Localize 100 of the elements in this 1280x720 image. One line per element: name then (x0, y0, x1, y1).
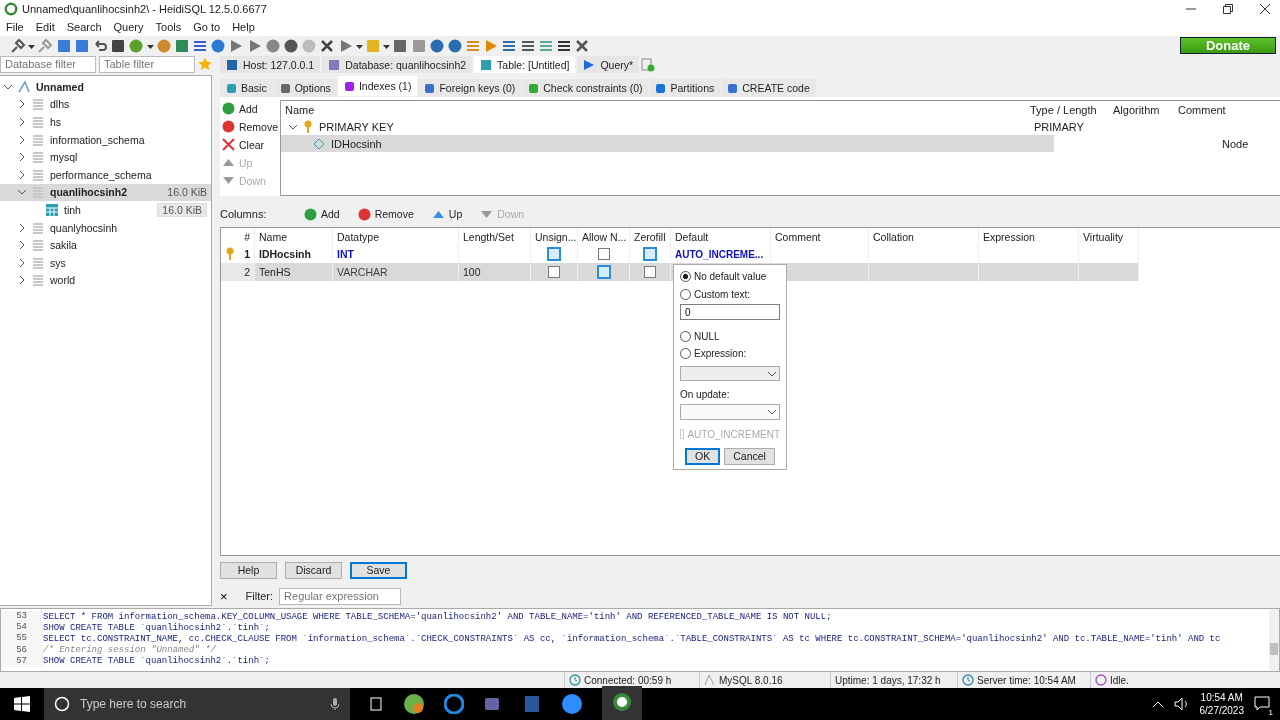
radio-button[interactable] (680, 271, 691, 283)
chevron-icon[interactable] (18, 241, 26, 250)
toolbar-button[interactable]: Up (427, 205, 467, 223)
close-icon[interactable] (1260, 4, 1270, 14)
microphone-icon[interactable] (330, 697, 340, 711)
tab[interactable]: Database: quanlihocsinh2 (322, 56, 473, 73)
column-header[interactable]: Zerofill (630, 228, 671, 246)
toolbar-button[interactable]: Remove (220, 118, 280, 135)
word-icon[interactable] (522, 694, 542, 714)
column-header[interactable]: Name (281, 103, 1026, 116)
tab[interactable]: Options (273, 79, 337, 97)
cancel-button[interactable]: Cancel (724, 447, 775, 465)
speaker-icon[interactable] (1173, 697, 1190, 711)
tree-item[interactable]: performance_schema (0, 165, 211, 184)
menu-item[interactable]: Query (113, 21, 144, 33)
checkbox[interactable] (547, 247, 561, 262)
tab[interactable]: Host: 127.0.0.1 (220, 56, 321, 73)
custom-text-field[interactable]: 0 (680, 304, 780, 321)
column-header[interactable]: Default (671, 228, 771, 246)
table-filter-field[interactable]: Table filter (99, 55, 195, 73)
chevron-icon[interactable] (18, 170, 26, 179)
circle-icon[interactable] (54, 696, 70, 712)
tree-item[interactable]: information_schema (0, 130, 211, 149)
column-header[interactable]: Collation (869, 228, 979, 246)
close-icon[interactable] (319, 37, 336, 54)
tree-item[interactable]: quanlihocsinh2 16.0 KiB (0, 183, 211, 202)
tree-item[interactable]: tinh 16.0 KiB (0, 201, 211, 219)
column-header[interactable]: Allow N... (578, 228, 630, 246)
column-header[interactable]: Datatype (333, 228, 459, 246)
radio-button[interactable] (680, 330, 691, 342)
column-header[interactable]: # (221, 228, 255, 246)
app-icon[interactable] (612, 692, 632, 712)
windows-start-icon[interactable] (14, 696, 30, 712)
chevron-up-icon[interactable] (1151, 700, 1164, 708)
checkbox[interactable] (596, 264, 611, 279)
tree-item[interactable]: dlhs (0, 95, 211, 114)
zoom-icon[interactable] (561, 693, 583, 715)
menu-item[interactable]: Go to (193, 21, 221, 33)
scrollbar[interactable] (1269, 609, 1279, 671)
restore-icon[interactable] (1223, 4, 1233, 14)
radio-button[interactable] (680, 289, 691, 301)
action-button[interactable]: Save (350, 561, 407, 579)
tree-item[interactable]: quanlyhocsinh (0, 218, 211, 237)
chevron-icon[interactable] (4, 82, 12, 91)
chevron-icon[interactable] (18, 223, 26, 232)
column-header[interactable]: Name (255, 228, 333, 246)
index-row[interactable]: PRIMARY KEY (281, 118, 1030, 135)
column-header[interactable]: Length/Set (459, 228, 531, 246)
column-header[interactable]: Comment (771, 228, 869, 246)
checkbox[interactable] (597, 248, 610, 261)
ok-button[interactable]: OK (685, 447, 721, 465)
notification-icon[interactable] (1254, 695, 1270, 711)
column-header[interactable]: Unsign... (531, 228, 578, 246)
tab[interactable]: Indexes (1) (337, 76, 418, 96)
tab[interactable]: Check constraints (0) (522, 79, 649, 97)
column-header[interactable]: Algorithm (1109, 103, 1174, 116)
plug-icon[interactable] (10, 37, 26, 54)
close-filter-button[interactable]: × (220, 588, 240, 604)
menu-item[interactable]: File (6, 21, 24, 33)
database-filter-field[interactable]: Database filter (0, 55, 96, 73)
tree-item[interactable]: mysql (0, 148, 211, 166)
menu-item[interactable]: Edit (35, 21, 55, 33)
tab[interactable]: Partitions (649, 79, 721, 97)
column-header[interactable]: Type / Length (1026, 103, 1109, 116)
taskbar-search-field[interactable]: Type here to search (76, 697, 324, 711)
star-icon[interactable] (198, 57, 212, 71)
column-header[interactable]: Comment (1174, 103, 1268, 116)
taskbar-clock[interactable]: 10:54 AM 6/27/2023 (1199, 691, 1244, 717)
tab[interactable]: Basic (220, 79, 273, 97)
tab[interactable]: Query* (577, 56, 640, 73)
checkbox[interactable] (644, 265, 656, 278)
tree-item[interactable]: Unnamed (0, 78, 211, 96)
close-icon[interactable] (574, 37, 591, 54)
chevron-icon[interactable] (18, 153, 26, 162)
app-icon[interactable] (403, 693, 425, 715)
toolbar-button[interactable]: Add (300, 205, 344, 223)
index-row[interactable]: IDHocsinh (281, 135, 1054, 152)
chevron-icon[interactable] (18, 135, 26, 144)
chevron-icon[interactable] (18, 276, 26, 285)
tab[interactable]: CREATE code (721, 79, 816, 97)
toolbar-button[interactable]: Add (220, 100, 280, 117)
tree-item[interactable]: world (0, 271, 211, 290)
taskbar-search-box[interactable]: Type here to search (44, 688, 350, 720)
checkbox[interactable] (643, 247, 657, 262)
chevron-icon[interactable] (289, 122, 297, 131)
tree-item[interactable]: sys (0, 253, 211, 272)
toolbar-button[interactable]: Clear (220, 136, 280, 153)
filter-field[interactable]: Regular expression (279, 587, 402, 605)
action-button[interactable]: Discard (285, 561, 342, 579)
tab[interactable]: Table: [Untitled] (474, 56, 576, 73)
task-view-icon[interactable] (368, 696, 384, 712)
new-tab-icon[interactable] (641, 57, 656, 72)
checkbox[interactable] (548, 265, 560, 278)
chevron-icon[interactable] (18, 100, 26, 109)
action-button[interactable]: Help (220, 561, 277, 579)
tab[interactable]: Foreign keys (0) (418, 79, 522, 97)
menu-item[interactable]: Tools (155, 21, 182, 33)
chevron-icon[interactable] (18, 188, 26, 197)
menu-item[interactable]: Help (232, 21, 255, 33)
radio-button[interactable] (680, 348, 691, 360)
